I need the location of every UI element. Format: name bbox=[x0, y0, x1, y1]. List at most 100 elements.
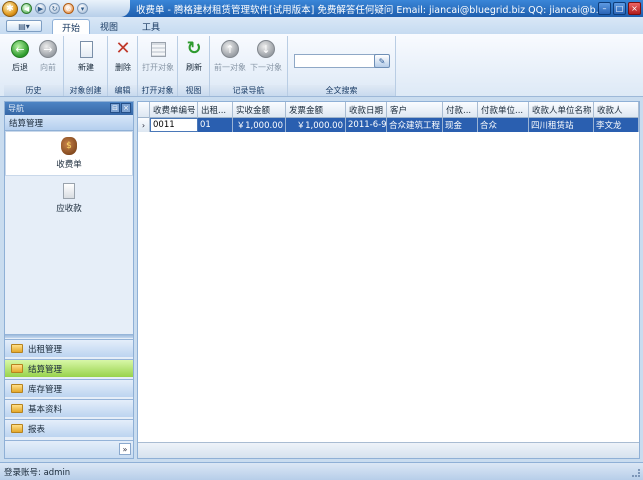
nav-group-inventory[interactable]: 库存管理 bbox=[5, 379, 133, 397]
table-cell[interactable]: ￥1,000.00 bbox=[286, 118, 346, 132]
group-label: 打开对象 bbox=[138, 85, 177, 96]
group-label: 对象创建 bbox=[64, 85, 107, 96]
refresh-label: 刷新 bbox=[186, 63, 202, 72]
arrow-right-icon: → bbox=[39, 40, 57, 58]
app-menu-button[interactable]: ▤▾ bbox=[6, 20, 42, 32]
minimize-button[interactable]: – bbox=[598, 2, 611, 15]
ribbon: ← 后退 → 向前 历史 新建 对象创建 ✕ 删除 编辑 打开对象 打开对象 ↻… bbox=[0, 34, 643, 97]
tab-tools[interactable]: 工具 bbox=[136, 19, 166, 34]
nav-close-icon[interactable]: × bbox=[121, 103, 131, 113]
new-label: 新建 bbox=[78, 63, 94, 72]
arrow-up-icon: ↑ bbox=[221, 40, 239, 58]
column-header[interactable]: 收款人单位名称 bbox=[529, 102, 594, 118]
column-header[interactable]: 收费单编号 bbox=[150, 102, 198, 118]
previous-object-label: 前一对象 bbox=[214, 63, 246, 72]
folder-icon bbox=[11, 404, 23, 413]
group-label: 编辑 bbox=[108, 85, 137, 96]
forward-icon[interactable]: ▶ bbox=[35, 3, 46, 14]
nav-item-receivables[interactable]: 应收款 bbox=[5, 176, 133, 221]
table-cell[interactable]: 合众 bbox=[478, 118, 529, 132]
ribbon-tab-row: ▤▾ 开始 视图 工具 bbox=[0, 17, 643, 34]
table-cell[interactable]: 李文龙 bbox=[594, 118, 639, 132]
back-icon[interactable]: ◀ bbox=[21, 3, 32, 14]
chevron-right-icon[interactable]: » bbox=[119, 443, 131, 455]
column-header[interactable]: 付款单位... bbox=[478, 102, 529, 118]
group-open-object: 打开对象 打开对象 bbox=[138, 36, 178, 96]
next-object-button[interactable]: ↓ 下一对象 bbox=[250, 40, 282, 80]
folder-icon bbox=[11, 424, 23, 433]
nav-group-label: 结算管理 bbox=[28, 364, 63, 375]
row-indicator-icon: › bbox=[138, 118, 150, 132]
arrow-down-icon: ↓ bbox=[257, 40, 275, 58]
document-icon bbox=[63, 183, 75, 199]
folder-icon bbox=[11, 384, 23, 393]
new-button[interactable]: 新建 bbox=[72, 40, 100, 80]
quick-access-toolbar: ✱ ◀ ▶ ↻ ⊘ ▾ bbox=[0, 0, 130, 17]
app-orb-icon[interactable]: ✱ bbox=[2, 0, 18, 17]
nav-item-receipt[interactable]: $ 收费单 bbox=[5, 131, 133, 176]
nav-group-rental[interactable]: 出租管理 bbox=[5, 339, 133, 357]
search-go-icon[interactable]: ✎ bbox=[374, 54, 390, 68]
back-button[interactable]: ← 后退 bbox=[6, 40, 34, 80]
table-cell[interactable]: 四川租赁站 bbox=[529, 118, 594, 132]
money-bag-icon: $ bbox=[61, 137, 77, 155]
nav-footer: » bbox=[5, 440, 133, 458]
delete-x-icon: ✕ bbox=[115, 38, 131, 59]
pin-icon[interactable]: ⊟ bbox=[110, 103, 120, 113]
refresh-icon[interactable]: ↻ bbox=[49, 3, 60, 14]
table-row[interactable]: › 0011 01 ￥1,000.00 ￥1,000.00 2011-6-9 合… bbox=[138, 118, 639, 132]
nav-group-label: 出租管理 bbox=[28, 344, 63, 355]
column-header[interactable]: 收款日期 bbox=[346, 102, 387, 118]
nav-item-label: 应收款 bbox=[56, 204, 82, 214]
customize-dropdown-icon[interactable]: ▾ bbox=[77, 3, 88, 14]
refresh-button[interactable]: ↻ 刷新 bbox=[180, 40, 208, 80]
column-header[interactable]: 发票金额 bbox=[286, 102, 346, 118]
new-document-icon bbox=[79, 40, 93, 58]
nav-group-settlement[interactable]: 结算管理 bbox=[5, 359, 133, 377]
nav-group-reports[interactable]: 报表 bbox=[5, 419, 133, 437]
table-cell[interactable]: 合众建筑工程 bbox=[387, 118, 443, 132]
title-bar: ✱ ◀ ▶ ↻ ⊘ ▾ 收费单 - 腾格建材租赁管理软件[试用版本] 免费解答任… bbox=[0, 0, 643, 17]
previous-object-button[interactable]: ↑ 前一对象 bbox=[214, 40, 246, 80]
group-history: ← 后退 → 向前 历史 bbox=[4, 36, 64, 96]
group-edit: ✕ 删除 编辑 bbox=[108, 36, 138, 96]
status-bar: 登录账号: admin bbox=[0, 462, 643, 480]
group-label: 全文搜索 bbox=[288, 85, 395, 96]
table-cell[interactable]: ￥1,000.00 bbox=[233, 118, 286, 132]
table-cell[interactable]: 01 bbox=[198, 118, 233, 132]
column-header[interactable]: 客户 bbox=[387, 102, 443, 118]
folder-icon bbox=[11, 364, 23, 373]
close-button[interactable]: × bbox=[628, 2, 641, 15]
tab-start[interactable]: 开始 bbox=[52, 19, 90, 34]
nav-group-basic-data[interactable]: 基本资料 bbox=[5, 399, 133, 417]
stop-icon[interactable]: ⊘ bbox=[63, 3, 74, 14]
group-label: 历史 bbox=[4, 85, 63, 96]
next-object-label: 下一对象 bbox=[250, 63, 282, 72]
tab-view[interactable]: 视图 bbox=[94, 19, 124, 34]
maximize-button[interactable]: □ bbox=[613, 2, 626, 15]
navigation-pane: 导航 ⊟ × 结算管理 $ 收费单 应收款 出租管理 结算管理 库存管理 基本资… bbox=[4, 101, 134, 459]
table-cell[interactable]: 2011-6-9 bbox=[346, 118, 387, 132]
table-cell[interactable]: 现金 bbox=[443, 118, 478, 132]
group-record-navigation: ↑ 前一对象 ↓ 下一对象 记录导航 bbox=[210, 36, 288, 96]
nav-splitter[interactable] bbox=[5, 334, 133, 338]
column-header[interactable]: 出租... bbox=[198, 102, 233, 118]
column-header[interactable]: 收款人 bbox=[594, 102, 639, 118]
column-header[interactable]: 付款... bbox=[443, 102, 478, 118]
column-header[interactable]: 实收金额 bbox=[233, 102, 286, 118]
group-label: 记录导航 bbox=[210, 85, 287, 96]
open-object-label: 打开对象 bbox=[142, 63, 174, 72]
grid-header: 收费单编号 出租... 实收金额 发票金额 收款日期 客户 付款... 付款单位… bbox=[138, 102, 639, 118]
status-login-text: 登录账号: admin bbox=[4, 467, 71, 478]
forward-label: 向前 bbox=[40, 63, 56, 72]
forward-button[interactable]: → 向前 bbox=[34, 40, 62, 80]
horizontal-scrollbar[interactable] bbox=[138, 442, 639, 458]
nav-group-label: 报表 bbox=[28, 424, 46, 435]
delete-button[interactable]: ✕ 删除 bbox=[109, 40, 137, 80]
table-cell[interactable]: 0011 bbox=[150, 118, 198, 132]
resize-grip-icon[interactable] bbox=[632, 469, 640, 477]
nav-group-label: 库存管理 bbox=[28, 384, 63, 395]
delete-label: 删除 bbox=[115, 63, 131, 72]
fulltext-search-input[interactable] bbox=[294, 54, 378, 68]
open-object-button[interactable]: 打开对象 bbox=[142, 40, 174, 80]
